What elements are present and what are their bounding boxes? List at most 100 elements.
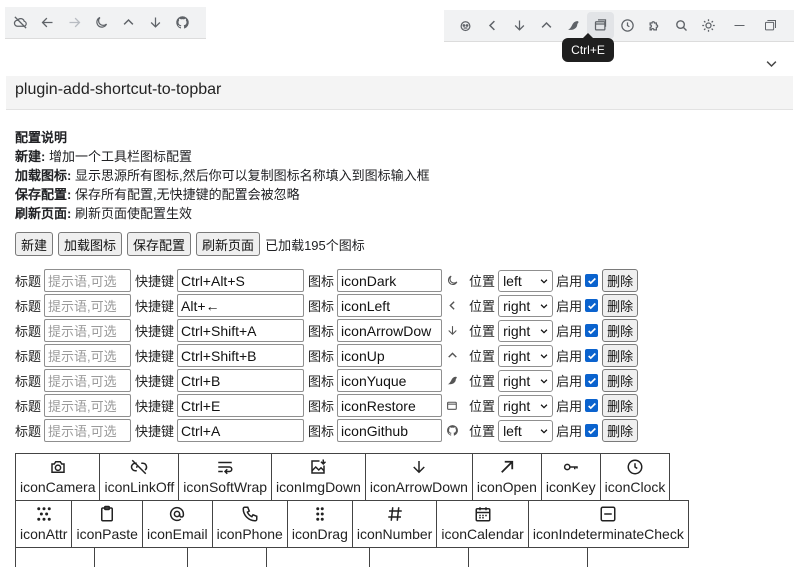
yuque-icon	[443, 372, 461, 390]
position-value: right	[503, 397, 531, 414]
shortcut-input[interactable]: Ctrl+A	[177, 419, 305, 442]
enable-checkbox[interactable]	[585, 274, 599, 287]
delete-button[interactable]: 删除	[602, 269, 639, 292]
moon-icon[interactable]	[88, 9, 115, 36]
title-label: 标题	[15, 349, 42, 364]
shortcut-input[interactable]: Ctrl+Shift+A	[177, 319, 305, 342]
icon-grid-item[interactable]: iconNumber	[351, 500, 438, 548]
icon-name-input[interactable]: iconLeft	[337, 294, 443, 317]
enable-checkbox[interactable]	[585, 299, 599, 312]
chevron-down-icon[interactable]	[760, 54, 782, 72]
enable-checkbox[interactable]	[585, 324, 599, 337]
search-icon[interactable]	[668, 12, 695, 39]
icon-grid-item[interactable]: iconDrag	[286, 500, 353, 548]
desc-line-new: 新建: 增加一个工具栏图标配置	[15, 149, 192, 164]
save-config-button[interactable]: 保存配置	[127, 232, 192, 256]
icon-grid-item[interactable]: iconCamera	[15, 453, 101, 501]
chevron-up-icon[interactable]	[533, 12, 560, 39]
position-select[interactable]: left	[498, 419, 554, 442]
position-select[interactable]: right	[498, 369, 554, 392]
position-select[interactable]: right	[498, 394, 554, 417]
title-input[interactable]: 提示语,可选	[44, 319, 132, 342]
enable-checkbox[interactable]	[585, 349, 599, 362]
panel-title: plugin-add-shortcut-to-topbar	[6, 76, 793, 110]
icon-grid-item[interactable]: iconPhone	[211, 500, 288, 548]
icon-grid-item[interactable]: iconEmail	[141, 500, 213, 548]
title-input[interactable]: 提示语,可选	[44, 394, 132, 417]
icon-grid-item[interactable]	[266, 547, 370, 567]
shortcut-input[interactable]: Alt+←	[177, 294, 305, 317]
key-icon	[562, 458, 580, 476]
new-button[interactable]: 新建	[15, 232, 54, 256]
delete-button[interactable]: 删除	[602, 394, 639, 417]
icon-grid-item[interactable]	[187, 547, 267, 567]
maximize-icon[interactable]	[757, 12, 784, 39]
position-select[interactable]: right	[498, 344, 554, 367]
icon-label: 图标	[308, 349, 335, 364]
load-icons-button[interactable]: 加载图标	[58, 232, 123, 256]
icon-grid-item[interactable]	[468, 547, 588, 567]
back-arrow-icon[interactable]	[34, 9, 61, 36]
icon-grid-item[interactable]: iconCalendar	[436, 500, 529, 548]
position-select[interactable]: right	[498, 319, 554, 342]
puzzle-icon[interactable]	[641, 12, 668, 39]
shortcut-input[interactable]: Ctrl+Shift+B	[177, 344, 305, 367]
icon-grid-item[interactable]	[94, 547, 188, 567]
enable-checkbox[interactable]	[585, 374, 599, 387]
plugin-icon[interactable]	[452, 12, 479, 39]
icon-grid-item[interactable]: iconSoftWrap	[178, 453, 273, 501]
chevron-down-icon	[539, 301, 549, 311]
sun-icon[interactable]	[695, 12, 722, 39]
shortcut-input[interactable]: Ctrl+B	[177, 369, 305, 392]
enable-checkbox[interactable]	[585, 424, 599, 437]
phone-icon	[241, 505, 259, 523]
icon-grid-item[interactable]: iconIndeterminateCheck	[527, 500, 689, 548]
position-select[interactable]: right	[498, 294, 554, 317]
delete-button[interactable]: 删除	[602, 419, 639, 442]
forward-arrow-icon[interactable]	[61, 9, 88, 36]
icon-name-input[interactable]: iconYuque	[337, 369, 443, 392]
icon-name-input[interactable]: iconArrowDow	[337, 319, 443, 342]
title-input[interactable]: 提示语,可选	[44, 269, 132, 292]
delete-button[interactable]: 删除	[602, 369, 639, 392]
delete-button[interactable]: 删除	[602, 294, 639, 317]
refresh-page-button[interactable]: 刷新页面	[196, 232, 261, 256]
enable-checkbox[interactable]	[585, 399, 599, 412]
config-row: 标题 提示语,可选 快捷键 Ctrl+E 图标 iconRestore 位置 right 启用 删…	[15, 393, 639, 418]
arrow-down-icon[interactable]	[142, 9, 169, 36]
chevron-left-icon[interactable]	[479, 12, 506, 39]
cloud-off-icon[interactable]	[7, 9, 34, 36]
icon-name-input[interactable]: iconRestore	[337, 394, 443, 417]
icon-name-input[interactable]: iconGithub	[337, 419, 443, 442]
shortcut-input[interactable]: Ctrl+E	[177, 394, 305, 417]
icon-grid-item[interactable]: iconPaste	[71, 500, 143, 548]
delete-button[interactable]: 删除	[602, 319, 639, 342]
icon-name-input[interactable]: iconDark	[337, 269, 443, 292]
arrow-down-icon[interactable]	[506, 12, 533, 39]
shortcut-input[interactable]: Ctrl+Alt+S	[177, 269, 305, 292]
icon-grid-item[interactable]: iconAttr	[15, 500, 73, 548]
icon-name-input[interactable]: iconUp	[337, 344, 443, 367]
position-value: right	[503, 372, 531, 389]
icon-grid-item[interactable]: iconArrowDown	[364, 453, 473, 501]
icon-grid-item[interactable]: iconOpen	[471, 453, 542, 501]
github-icon[interactable]	[169, 9, 196, 36]
icon-grid-item[interactable]: iconLinkOff	[99, 453, 180, 501]
position-select[interactable]: left	[498, 269, 554, 292]
position-label: 位置	[469, 349, 496, 364]
desc-line-refresh: 刷新页面: 刷新页面使配置生效	[15, 206, 192, 221]
icon-grid-item[interactable]	[369, 547, 469, 567]
title-input[interactable]: 提示语,可选	[44, 369, 132, 392]
title-input[interactable]: 提示语,可选	[44, 294, 132, 317]
icon-label: 图标	[308, 299, 335, 314]
icon-grid-item[interactable]: iconKey	[540, 453, 601, 501]
icon-grid-item[interactable]: iconClock	[599, 453, 671, 501]
title-input[interactable]: 提示语,可选	[44, 344, 132, 367]
icon-grid-item[interactable]: iconImgDown	[271, 453, 366, 501]
clock-icon[interactable]	[614, 12, 641, 39]
minimize-icon[interactable]	[726, 12, 753, 39]
arrow-up-icon[interactable]	[115, 9, 142, 36]
delete-button[interactable]: 删除	[602, 344, 639, 367]
icon-grid-item[interactable]	[15, 547, 95, 567]
title-input[interactable]: 提示语,可选	[44, 419, 132, 442]
